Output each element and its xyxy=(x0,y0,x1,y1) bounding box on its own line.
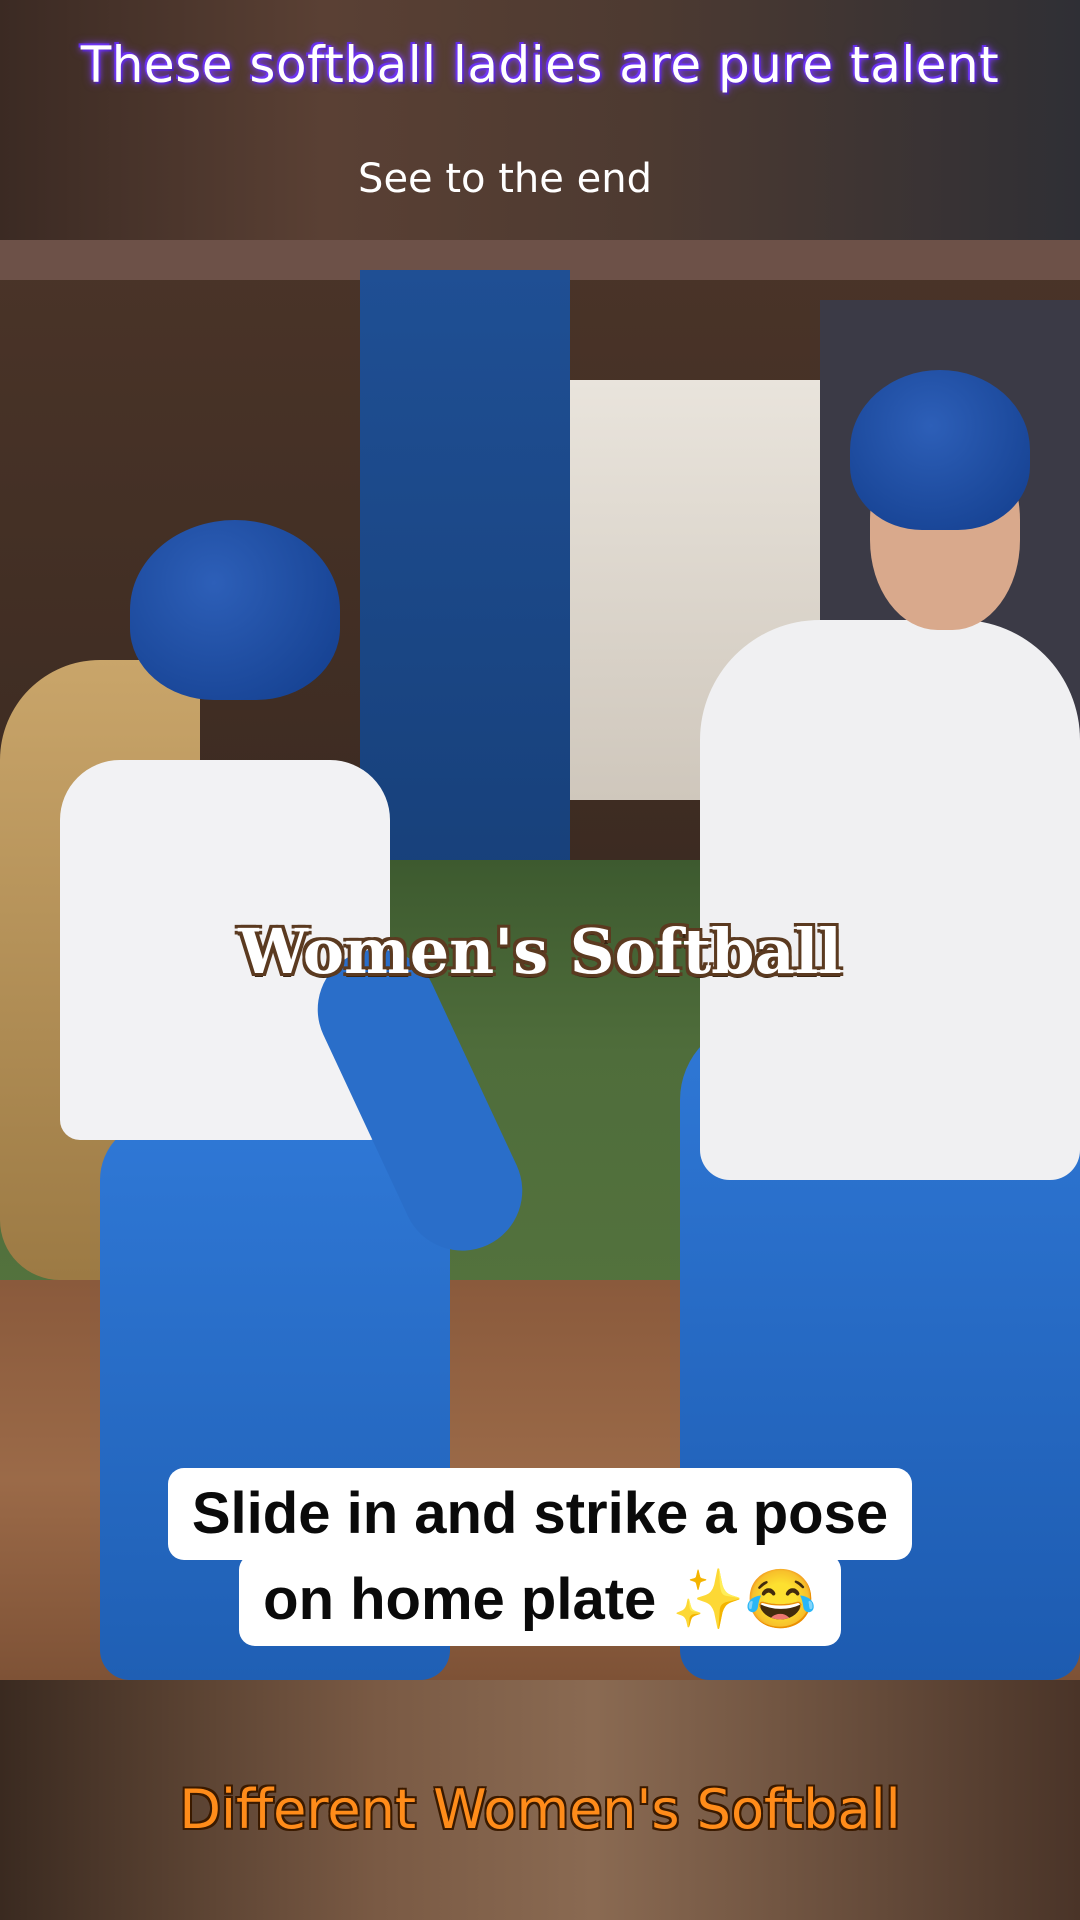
footer-title: Different Women's Softball xyxy=(179,1778,901,1841)
blue-wall-panel xyxy=(360,270,570,890)
video-frame: These softball ladies are pure talent Se… xyxy=(0,0,1080,1920)
player-two-jersey xyxy=(700,620,1080,1180)
caption-line-2: on home plate ✨😂 xyxy=(239,1554,841,1646)
player-one-helmet xyxy=(130,520,340,700)
overlay-title: Women's Softball xyxy=(238,915,842,988)
header-subtitle: See to the end xyxy=(358,156,652,202)
caption-line-1: Slide in and strike a pose xyxy=(167,1468,913,1560)
bottom-caption-band: Different Women's Softball xyxy=(0,1680,1080,1920)
top-caption-band: These softball ladies are pure talent Se… xyxy=(0,0,1080,240)
header-title: These softball ladies are pure talent xyxy=(80,36,1000,94)
caption-box: Slide in and strike a pose on home plate… xyxy=(0,1468,1080,1646)
video-player[interactable]: Women's Softball Slide in and strike a p… xyxy=(0,240,1080,1680)
player-two-helmet xyxy=(850,370,1030,530)
